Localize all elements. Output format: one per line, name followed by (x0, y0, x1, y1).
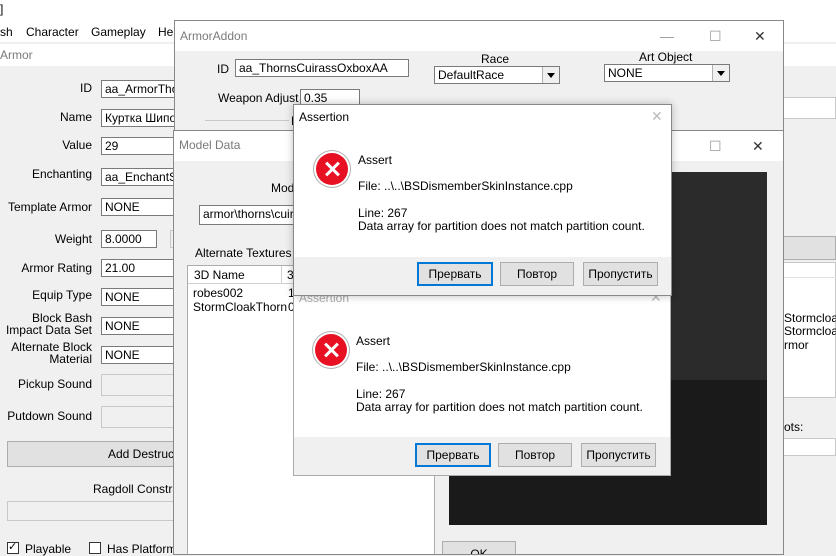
retry-button[interactable]: Повтор (498, 443, 572, 467)
abort-button[interactable]: Прервать (417, 262, 493, 286)
close-icon[interactable]: ✕ (752, 138, 764, 155)
art-object-select[interactable]: NONE (604, 64, 730, 82)
template-armor-label: Template Armor (7, 200, 92, 214)
right-panel-top-field (783, 97, 836, 119)
assertion-dialog-front: Assertion ✕ Assert File: ..\..\BSDismemb… (293, 104, 672, 296)
column-header-3d-name[interactable]: 3D Name (194, 268, 245, 282)
assert-line: Line: 267 (356, 387, 406, 401)
assert-message: Data array for partition does not match … (358, 219, 645, 233)
table-row[interactable]: StormCloakThorn (193, 300, 287, 314)
chevron-down-icon (712, 65, 729, 81)
assert-file: File: ..\..\BSDismemberSkinInstance.cpp (358, 179, 573, 193)
race-select[interactable]: DefaultRace (434, 66, 560, 84)
add-destruction-button[interactable]: Add Destructi (7, 441, 197, 467)
maximize-icon[interactable]: ☐ (709, 28, 722, 45)
armor-rating-label: Armor Rating (21, 261, 92, 275)
has-platform-label: Has Platform/ (107, 542, 180, 556)
assert-line: Line: 267 (358, 206, 408, 220)
armor-title: Armor (0, 48, 33, 62)
art-object-label: Art Object (639, 50, 693, 64)
abort-button[interactable]: Прервать (415, 443, 491, 467)
right-list-item[interactable]: rmor (784, 338, 809, 352)
addon-id-label: ID (217, 62, 229, 76)
assertion-front-body (294, 129, 671, 257)
race-label: Race (481, 52, 510, 66)
app-title: ] (0, 2, 4, 16)
id-label: ID (80, 81, 92, 95)
name-label: Name (59, 110, 92, 124)
minimize-icon[interactable]: — (660, 28, 674, 44)
armor-addon-title: ArmorAddon (180, 29, 248, 43)
putdown-sound-label: Putdown Sound (7, 409, 92, 423)
addon-id-field[interactable]: aa_ThornsCuirassOxboxAA (235, 59, 409, 77)
model-data-title: Model Data (179, 138, 241, 152)
assertion-front-title: Assertion (299, 110, 350, 124)
close-icon[interactable]: ✕ (651, 108, 663, 125)
menu-item-character[interactable]: Character (26, 25, 79, 39)
right-panel-tab[interactable] (783, 236, 836, 260)
group-box-line (205, 120, 289, 121)
table-row[interactable]: robes002 (193, 286, 243, 300)
right-list-item[interactable]: Stormcloak (784, 311, 836, 325)
maximize-icon[interactable]: ☐ (709, 138, 722, 155)
armor-addon-title-bar: ArmorAddon — ☐ ✕ (175, 21, 783, 51)
value-label: Value (62, 138, 92, 152)
close-icon[interactable]: ✕ (754, 28, 766, 45)
assertion-front-title-bar: Assertion ✕ (294, 105, 671, 129)
playable-checkbox[interactable] (7, 540, 19, 554)
right-panel-label: ots: (784, 420, 804, 434)
menu-item-gameplay[interactable]: Gameplay (91, 25, 146, 39)
column-divider (281, 266, 282, 283)
assert-heading: Assert (358, 153, 393, 167)
playable-label: Playable (25, 542, 72, 556)
enchanting-label: Enchanting (31, 167, 92, 181)
art-object-value: NONE (608, 66, 643, 80)
right-panel-bottom-field (783, 438, 836, 456)
block-bash-label-2: Impact Data Set (5, 323, 92, 337)
menu-item-help[interactable]: He (158, 25, 173, 39)
weight-label: Weight (54, 232, 92, 246)
weapon-adjust-label: Weapon Adjust (218, 91, 299, 105)
alt-textures-label: Alternate Textures (195, 246, 292, 260)
weight-field[interactable]: 8.0000 (101, 230, 157, 248)
pickup-sound-label: Pickup Sound (17, 377, 92, 391)
right-list-item[interactable]: Stormcloak (784, 324, 836, 338)
ok-button[interactable]: OK (442, 541, 516, 554)
chevron-down-icon (542, 67, 559, 83)
retry-button[interactable]: Повтор (500, 262, 574, 286)
equip-type-label: Equip Type (32, 288, 92, 302)
assert-message: Data array for partition does not match … (356, 400, 643, 414)
error-icon (316, 153, 348, 185)
right-panel-list-header (783, 263, 836, 278)
assert-file: File: ..\..\BSDismemberSkinInstance.cpp (356, 360, 571, 374)
race-select-value: DefaultRace (438, 68, 505, 82)
app-title-bar: ] (0, 0, 836, 20)
assertion-dialog-back: Assertion ✕ Assert File: ..\..\BSDismemb… (293, 286, 671, 476)
ignore-button[interactable]: Пропустить (581, 443, 656, 467)
ragdoll-field (7, 501, 197, 521)
menu-item-fragment[interactable]: sh (0, 25, 13, 39)
has-platform-checkbox[interactable] (89, 542, 101, 554)
assert-heading: Assert (356, 334, 391, 348)
alt-block-label-2: Material (49, 352, 92, 366)
ignore-button[interactable]: Пропустить (583, 262, 658, 286)
error-icon (315, 334, 347, 366)
